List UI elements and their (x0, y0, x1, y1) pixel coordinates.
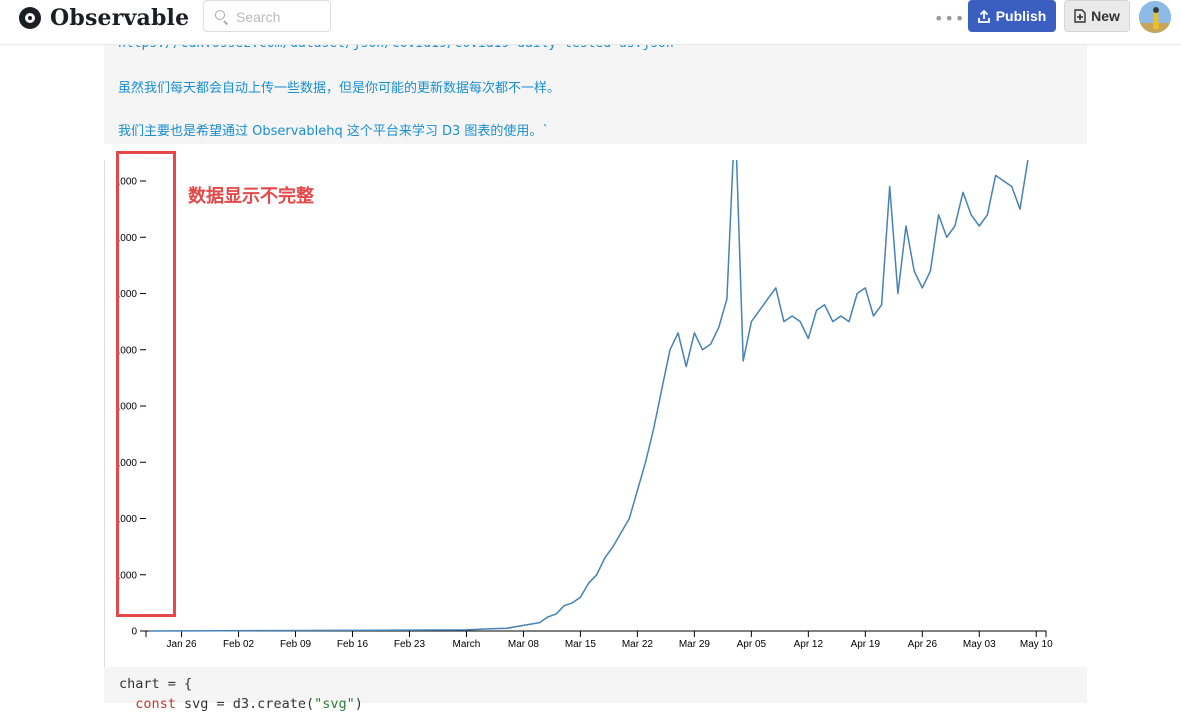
user-avatar[interactable] (1139, 1, 1171, 33)
x-tick-label: Mar 08 (508, 639, 540, 650)
x-tick-label: Apr 26 (908, 639, 938, 650)
brand-name: Observable (50, 5, 190, 31)
y-tick-label: 0 (131, 627, 137, 638)
description-line-1: 虽然我们每天都会自动上传一些数据，但是你可能的更新数据每次都不一样。 (118, 81, 561, 96)
search-input[interactable] (236, 7, 324, 27)
x-tick-label: May 10 (1020, 639, 1053, 650)
description-line-2: 我们主要也是希望通过 Observablehq 这个平台来学习 D3 图表的使用… (118, 124, 549, 139)
x-axis-line (145, 630, 1047, 637)
code-cell[interactable]: chart = { const svg = d3.create("svg") (104, 667, 1087, 712)
publish-label: Publish (995, 8, 1047, 24)
code-line-1: chart = { (119, 676, 193, 692)
avatar-image (1139, 1, 1171, 33)
annotation-highlight-box (116, 151, 176, 617)
x-tick-label: Feb 09 (280, 639, 312, 650)
new-label: New (1091, 8, 1120, 24)
code-keyword: const (119, 696, 176, 712)
x-tick-label: Apr 12 (794, 639, 824, 650)
new-notebook-button[interactable]: New (1064, 0, 1130, 32)
publish-button[interactable]: Publish (968, 0, 1056, 32)
search-icon (215, 10, 225, 20)
line-chart: ,000,000,000,000,000,000,000,0000Jan 26 F… (118, 160, 1053, 650)
upload-icon (977, 9, 990, 23)
x-tick-label: March (453, 639, 481, 650)
annotation-text: 数据显示不完整 (188, 186, 314, 207)
search-box[interactable] (203, 0, 331, 32)
new-document-icon (1074, 9, 1086, 23)
code-string: "svg" (314, 696, 355, 712)
x-tick-label: Apr 19 (851, 639, 881, 650)
x-tick-label: May 03 (963, 639, 996, 650)
x-tick-label: Feb 02 (223, 639, 255, 650)
chart-cell[interactable]: ,000,000,000,000,000,000,000,000 0 Jan 26 F… (104, 160, 1088, 667)
observable-logo[interactable]: Observable (19, 5, 189, 31)
x-tick-label: Jan 26 (167, 639, 197, 650)
code-text-end: ) (354, 696, 363, 712)
observable-logo-icon (19, 7, 41, 29)
x-tick-label: Mar 15 (565, 639, 597, 650)
code-text: svg = d3.create( (175, 696, 315, 712)
markdown-cell[interactable]: https://cdn.ossez.com/dataset/json/covid… (104, 30, 1087, 144)
x-tick-label: Feb 23 (394, 639, 426, 650)
code-line-2: const svg = d3.create("svg") (119, 696, 363, 712)
x-tick-label: Apr 05 (737, 639, 767, 650)
x-tick-label: Feb 16 (337, 639, 369, 650)
more-options-icon[interactable]: ••• (934, 9, 965, 28)
series-line (148, 160, 1029, 632)
x-tick-label: Mar 22 (622, 639, 654, 650)
top-bar: Observable ••• Publish New (0, 0, 1181, 45)
x-tick-label: Mar 29 (679, 639, 711, 650)
